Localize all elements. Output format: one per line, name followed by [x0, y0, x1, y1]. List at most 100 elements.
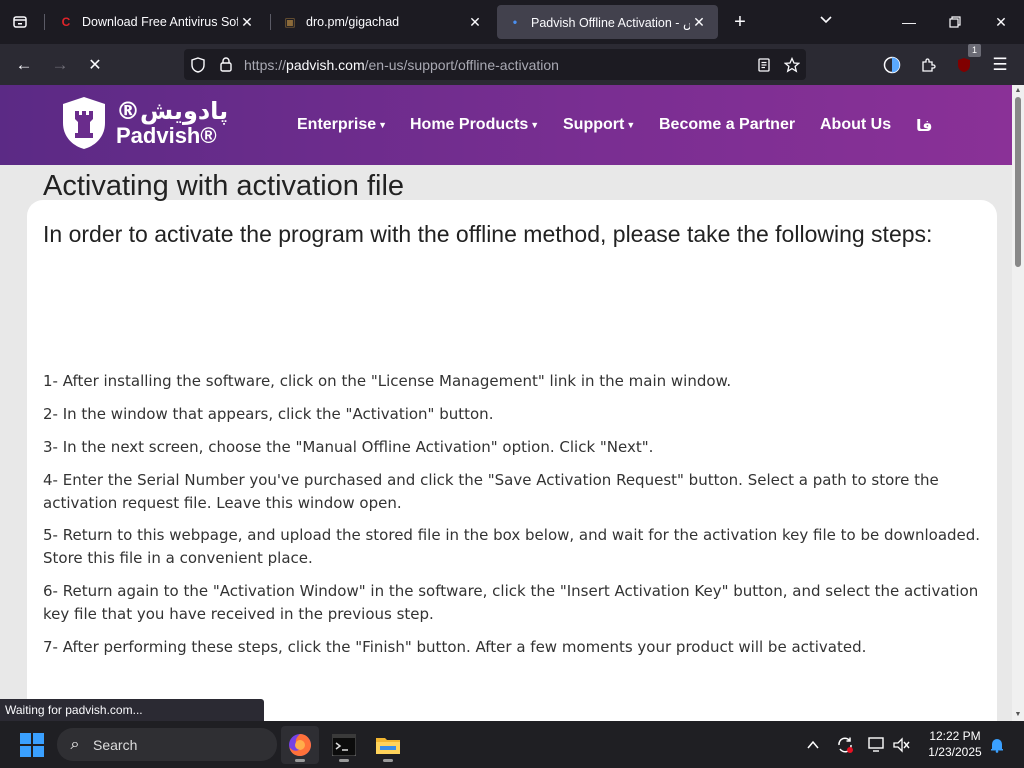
step-item: 3- In the next screen, choose the "Manua… [43, 438, 654, 456]
menu-enterprise[interactable]: Enterprise ▼ [297, 85, 387, 165]
tab-bar: C Download Free Antivirus Software ✕ ▣ d… [0, 0, 1024, 44]
notifications-button[interactable] [986, 721, 1008, 768]
antivirus-favicon-icon: C [61, 15, 71, 29]
tab-title: Padvish Offline Activation - پادویش [531, 15, 690, 30]
menu-label: Home Products [410, 116, 529, 133]
page-subtitle: In order to activate the program with th… [43, 221, 933, 247]
chevron-down-icon [820, 16, 832, 24]
show-hidden-icons-button[interactable] [802, 721, 824, 768]
speaker-muted-icon [893, 736, 910, 753]
tab-antivirus[interactable]: C Download Free Antivirus Software ✕ [48, 5, 266, 39]
firefox-icon [289, 734, 311, 756]
restore-icon [949, 16, 961, 28]
menu-label: Enterprise [297, 116, 377, 133]
tab-dro-pm[interactable]: ▣ dro.pm/gigachad ✕ [272, 5, 494, 39]
volume-tray-button[interactable] [891, 721, 913, 768]
menu-label: About Us [820, 116, 892, 133]
forward-button[interactable]: → [45, 50, 75, 80]
menu-label: فا [916, 115, 933, 135]
extension-badge: 1 [968, 44, 981, 57]
restore-button[interactable] [932, 0, 978, 44]
step-item: 1- After installing the software, click … [43, 372, 732, 390]
running-indicator [339, 759, 349, 762]
stop-icon: ✕ [88, 57, 102, 74]
step-item: 5- Return to this webpage, and upload th… [43, 526, 981, 567]
tracking-protection-icon[interactable] [184, 49, 212, 80]
loading-favicon-icon: • [512, 15, 518, 29]
back-button[interactable]: ← [9, 50, 39, 80]
reader-view-icon[interactable] [750, 49, 778, 80]
caret-down-icon: ▼ [626, 120, 636, 130]
page-title: Activating with activation file [43, 170, 405, 202]
padvish-logo[interactable]: پادویش® Padvish® [60, 95, 228, 151]
caret-down-icon: ▼ [378, 120, 388, 130]
url-bar[interactable]: https://padvish.com/en-us/support/offlin… [184, 49, 806, 80]
clock-time: 12:22 PM [929, 729, 981, 743]
step-item: 7- After performing these steps, click t… [43, 638, 867, 656]
close-tab-icon[interactable]: ✕ [690, 14, 708, 31]
minimize-button[interactable]: — [886, 0, 932, 44]
menu-language-fa[interactable]: فا [916, 85, 932, 165]
web-page: پادویش® Padvish® Enterprise ▼ Home Produc… [0, 85, 1012, 721]
windows-start-icon[interactable] [20, 733, 44, 757]
taskbar-terminal[interactable] [325, 726, 363, 764]
scroll-thumb[interactable] [1015, 97, 1021, 267]
hamburger-menu-icon: ☰ [992, 55, 1008, 74]
menu-support[interactable]: Support ▼ [563, 85, 635, 165]
url-host: padvish.com [286, 56, 365, 73]
navigation-toolbar: ← → ✕ https://padvish.com/en-us/support/… [0, 44, 1024, 85]
tab-title: dro.pm/gigachad [306, 15, 400, 29]
logo-persian-text: پادویش® [116, 97, 229, 125]
url-text[interactable]: https://padvish.com/en-us/support/offlin… [240, 57, 750, 73]
scroll-up-icon[interactable]: ▲ [1012, 85, 1024, 97]
new-tab-button[interactable]: + [728, 8, 752, 36]
menu-label: Support [563, 116, 625, 133]
taskbar-clock[interactable]: 12:22 PM 1/23/2025 [920, 728, 990, 760]
taskbar-search-box[interactable]: ⌕ Search [57, 728, 277, 761]
arrow-left-icon: ← [15, 55, 33, 74]
menu-label: Become a Partner [659, 116, 796, 133]
rook-shield-icon [63, 97, 105, 149]
tab-separator [270, 14, 271, 30]
step-item: 4- Enter the Serial Number you've purcha… [43, 471, 939, 512]
bookmark-star-icon[interactable] [778, 49, 806, 80]
status-panel: Waiting for padvish.com... [0, 699, 264, 721]
caret-down-icon: ▼ [530, 120, 540, 130]
tab-separator [44, 14, 45, 30]
vpn-extension-button[interactable] [877, 50, 907, 80]
firefox-view-icon [13, 16, 27, 28]
display-tray-button[interactable] [866, 721, 888, 768]
windows-taskbar: ⌕ Search 12:22 PM 1/23/2025 [0, 721, 1024, 768]
page-scrollbar[interactable]: ▲ ▼ [1012, 85, 1024, 721]
menu-about-us[interactable]: About Us [820, 85, 891, 165]
menu-home-products[interactable]: Home Products ▼ [410, 85, 539, 165]
step-item: 6- Return again to the "Activation Windo… [43, 582, 979, 623]
running-indicator [383, 759, 393, 762]
clock-date: 1/23/2025 [928, 745, 982, 759]
ublock-extension-button[interactable]: 1 [949, 44, 981, 80]
taskbar-firefox[interactable] [281, 726, 319, 764]
active-indicator [295, 759, 305, 762]
extensions-button[interactable] [913, 50, 943, 80]
firefox-view-button[interactable] [0, 0, 40, 44]
close-tab-icon[interactable]: ✕ [238, 14, 256, 31]
close-tab-icon[interactable]: ✕ [466, 14, 484, 31]
menu-become-partner[interactable]: Become a Partner [659, 85, 795, 165]
close-icon: ✕ [995, 13, 1007, 30]
step-item: 2- In the window that appears, click the… [43, 405, 494, 423]
bell-icon [991, 738, 1003, 753]
scroll-down-icon[interactable]: ▼ [1012, 709, 1024, 721]
tab-padvish[interactable]: • Padvish Offline Activation - پادویش ✕ [497, 5, 718, 39]
stop-button[interactable]: ✕ [80, 50, 110, 80]
lock-icon[interactable] [212, 49, 240, 80]
sync-tray-button[interactable] [834, 721, 856, 768]
puzzle-icon [922, 58, 936, 72]
sync-alert-icon [838, 737, 853, 753]
shield-extension-icon [958, 58, 970, 72]
list-all-tabs-button[interactable] [814, 8, 838, 36]
close-window-button[interactable]: ✕ [978, 0, 1024, 44]
url-scheme: https:// [244, 56, 287, 73]
tab-title: Download Free Antivirus Software [82, 15, 238, 29]
menu-button[interactable]: ☰ [985, 50, 1015, 80]
taskbar-file-explorer[interactable] [369, 726, 407, 764]
